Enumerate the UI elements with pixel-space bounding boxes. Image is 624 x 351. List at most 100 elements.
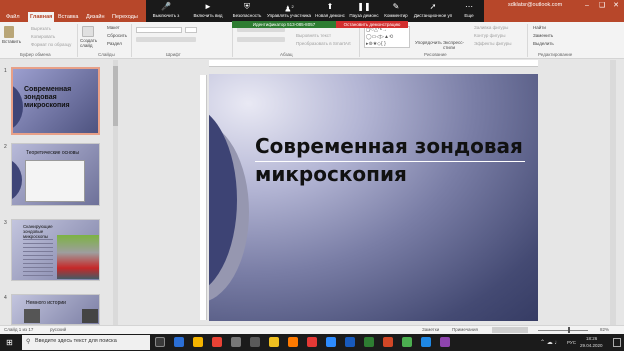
zoom-level[interactable]: 82% — [600, 327, 609, 332]
app-icon[interactable] — [250, 337, 260, 347]
thumbnail-decoration — [12, 158, 22, 202]
clock-time[interactable]: 18:26 — [586, 336, 597, 341]
language-indicator[interactable]: русский — [50, 327, 66, 332]
new-share-button[interactable]: ⬆ Новая демонс — [314, 0, 346, 22]
zoom-slider-thumb[interactable] — [568, 327, 570, 333]
new-slide-icon[interactable] — [82, 26, 94, 37]
slide-thumbnail-3[interactable]: Сканирующие зондовые микроскопы — [11, 219, 100, 281]
format-painter-button[interactable]: Формат по образцу — [31, 42, 71, 47]
task-view-icon[interactable] — [155, 337, 165, 347]
zoom-toolbar: 🎤 Выключить з ► Включить вид ⛨ Безопасно… — [146, 0, 484, 22]
clock-date[interactable]: 29.04.2020 — [580, 343, 603, 348]
manage-participants-button[interactable]: ♟2 Управлять участника — [266, 0, 312, 22]
quick-styles-button[interactable]: Экспресс-стили — [443, 40, 464, 50]
view-buttons[interactable] — [492, 327, 528, 333]
pause-icon: ❚❚ — [357, 2, 371, 11]
app-icon[interactable] — [421, 337, 431, 347]
thumbnail-photo — [57, 235, 99, 279]
meeting-id-badge[interactable]: Идентификатор 513-085-8057 — [232, 21, 336, 28]
powerpoint-icon[interactable] — [383, 337, 393, 347]
thumbnail-number: 1 — [4, 68, 7, 74]
keyboard-language[interactable]: РУС — [567, 340, 576, 345]
remote-control-button[interactable]: ➚ Дистанционное уп — [412, 0, 454, 22]
file-explorer-icon[interactable] — [193, 337, 203, 347]
shape-outline-button[interactable]: Контур фигуры — [474, 33, 505, 38]
comments-button[interactable]: Примечания — [452, 327, 478, 332]
slides-group-label: Слайды — [98, 52, 115, 57]
word-icon[interactable] — [345, 337, 355, 347]
app-icon[interactable] — [364, 337, 374, 347]
tab-design[interactable]: Дизайн — [84, 12, 107, 22]
slide-scrollbar[interactable] — [610, 60, 616, 325]
start-video-button[interactable]: ► Включить вид — [188, 0, 228, 22]
zoom-app-icon[interactable] — [326, 337, 336, 347]
user-email[interactable]: sdklatsr@outlook.com — [508, 2, 562, 8]
app-icon[interactable] — [288, 337, 298, 347]
thumbnails-scrollbar-thumb[interactable] — [113, 66, 118, 126]
replace-button[interactable]: Заменить — [533, 33, 553, 38]
edge-browser-icon[interactable] — [174, 337, 184, 347]
stop-share-button[interactable]: Остановить демонстрацию — [336, 21, 408, 28]
slide-thumbnail-4[interactable]: Немного истории — [11, 294, 100, 325]
slide-canvas[interactable]: Современная зондовая микроскопия — [209, 74, 538, 321]
title-underline — [255, 161, 525, 162]
slide-thumbnail-1[interactable]: Современная зондовая микроскопия — [11, 67, 100, 135]
zoom-slider[interactable] — [538, 330, 588, 331]
drawing-group-label: Рисование — [424, 52, 447, 57]
tab-home[interactable]: Главная — [28, 12, 55, 22]
app-icon[interactable] — [307, 337, 317, 347]
security-button[interactable]: ⛨ Безопасность — [230, 0, 264, 22]
copy-button[interactable]: Копировать — [31, 34, 55, 39]
find-button[interactable]: Найти — [533, 25, 546, 30]
new-slide-button[interactable]: Создать слайд — [80, 38, 100, 48]
ribbon-divider — [232, 24, 233, 57]
chrome-icon[interactable] — [212, 337, 222, 347]
annotate-button[interactable]: ✎ Комментир — [382, 0, 410, 22]
layout-button[interactable]: Макет — [107, 25, 120, 30]
microphone-icon: 🎤 — [161, 2, 171, 11]
store-icon[interactable] — [231, 337, 241, 347]
convert-smartart-button[interactable]: Преобразовать в SmartArt — [296, 41, 351, 46]
select-button[interactable]: Выделить — [533, 41, 554, 46]
pause-share-button[interactable]: ❚❚ Пауза демонс — [348, 0, 380, 22]
close-icon[interactable]: ✕ — [609, 0, 623, 11]
alignment-buttons[interactable] — [237, 37, 285, 42]
remote-control-icon: ➚ — [429, 2, 437, 11]
cut-button[interactable]: Вырезать — [31, 26, 51, 31]
app-icon[interactable] — [440, 337, 450, 347]
font-group-label: Шрифт — [166, 52, 181, 57]
taskbar-search-input[interactable]: Введите здесь текст для поиска — [35, 338, 117, 344]
slide-thumbnail-2[interactable]: Теоретические основы — [11, 143, 100, 206]
app-icon[interactable] — [402, 337, 412, 347]
tray-icons[interactable]: ⌃ ☁ ♩ — [540, 339, 560, 346]
thumbnail-number: 4 — [4, 295, 7, 301]
paste-icon[interactable] — [4, 26, 14, 38]
mute-button[interactable]: 🎤 Выключить з — [146, 0, 186, 22]
font-format-buttons[interactable] — [136, 37, 196, 42]
font-family-select[interactable] — [136, 27, 182, 33]
shapes-gallery[interactable]: ◻∕○△↷→ ◯▭◁▷▲⟲ ▸⊚★◇{ } — [364, 26, 410, 48]
more-button[interactable]: ⋯ Еще — [458, 0, 480, 22]
notifications-icon[interactable] — [613, 338, 621, 347]
tab-insert[interactable]: Вставка — [56, 12, 80, 22]
restore-icon[interactable]: ❑ — [595, 0, 609, 11]
paste-button[interactable]: Вставить — [2, 39, 21, 44]
minimize-icon[interactable]: – — [580, 0, 594, 11]
font-size-select[interactable] — [185, 27, 197, 33]
app-icon[interactable] — [269, 337, 279, 347]
reset-button[interactable]: Сбросить — [107, 33, 127, 38]
slide-title[interactable]: Современная зондовая микроскопия — [255, 132, 538, 188]
thumbnail-title: Современная зондовая микроскопия — [24, 86, 72, 109]
windows-start-icon[interactable]: ⊞ — [6, 338, 13, 347]
section-button[interactable]: Раздел — [107, 41, 122, 46]
pencil-icon: ✎ — [392, 2, 400, 11]
notes-button[interactable]: Заметки — [422, 327, 439, 332]
shape-fill-button[interactable]: Заливка фигуры — [474, 25, 508, 30]
slide-counter: Слайд 1 из 17 — [4, 327, 34, 332]
tab-transitions[interactable]: Переходы — [110, 12, 140, 22]
shape-effects-button[interactable]: Эффекты фигуры — [474, 41, 512, 46]
tab-file[interactable]: Файл — [4, 12, 22, 22]
arrange-button[interactable]: Упорядочить — [415, 40, 442, 45]
align-text-button[interactable]: Выровнять текст — [296, 33, 331, 38]
search-icon: ⚲ — [26, 339, 31, 345]
